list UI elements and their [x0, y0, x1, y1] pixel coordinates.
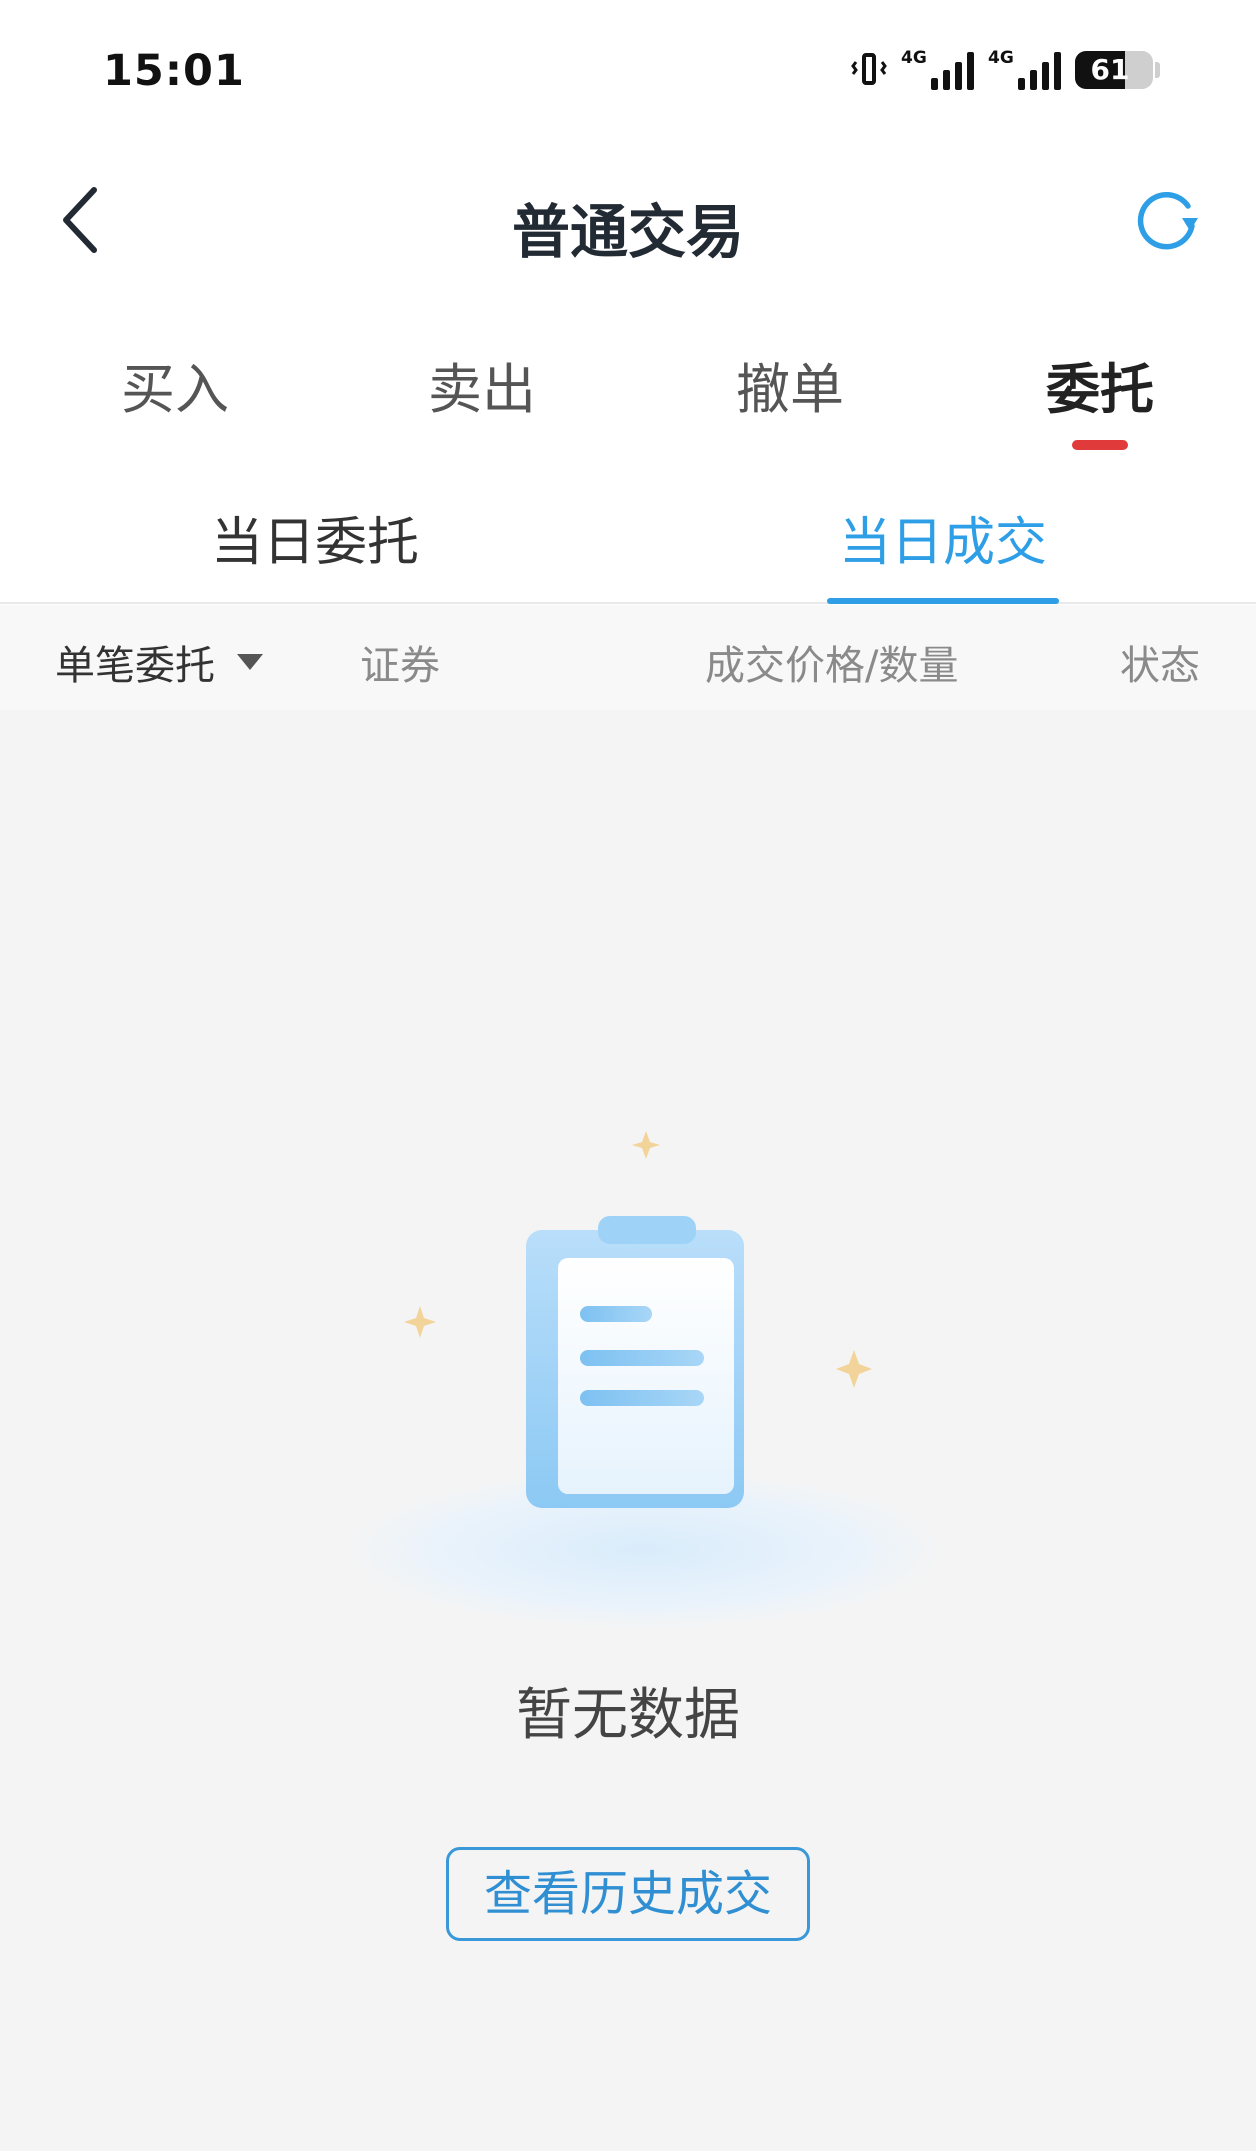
network-type-1: 4G [901, 48, 927, 68]
tab-sell[interactable]: 卖出 [352, 345, 612, 424]
cellular-signal-icon: 4G [901, 48, 974, 90]
tab-cancel-order-label: 撤单 [736, 358, 844, 421]
battery-tip [1155, 62, 1160, 78]
filter-label: 单笔委托 [55, 643, 215, 689]
nav-bar: 普通交易 [0, 160, 1256, 280]
active-subtab-indicator [827, 598, 1059, 604]
sub-tabs: 当日委托 当日成交 [0, 490, 1256, 604]
vibrate-icon [851, 50, 887, 90]
subtab-today-trades-label: 当日成交 [838, 513, 1047, 573]
triangle-down-icon [237, 654, 263, 670]
refresh-icon [1137, 191, 1198, 250]
empty-state-message: 暂无数据 [516, 1683, 740, 1748]
view-history-trades-button[interactable]: 查看历史成交 [446, 1847, 810, 1941]
subtab-today-orders[interactable]: 当日委托 [155, 500, 475, 575]
order-type-filter[interactable]: 单笔委托 [55, 633, 263, 691]
subtab-today-orders-label: 当日委托 [210, 513, 419, 573]
subtab-today-trades[interactable]: 当日成交 [783, 500, 1103, 604]
empty-state-illustration [320, 1120, 960, 1640]
clipboard-illustration-icon [345, 1131, 945, 1630]
active-tab-indicator [1072, 440, 1128, 450]
column-status: 状态 [1120, 643, 1200, 689]
tab-cancel-order[interactable]: 撤单 [660, 345, 920, 424]
refresh-button[interactable] [1128, 178, 1208, 258]
main-tabs: 买入 卖出 撤单 委托 [0, 335, 1256, 450]
status-icons: 4G 4G 61 [851, 48, 1160, 92]
tab-orders[interactable]: 委托 [970, 345, 1230, 450]
column-security: 证券 [360, 643, 440, 689]
status-time: 15:01 [103, 46, 245, 96]
tab-sell-label: 卖出 [428, 358, 536, 421]
table-header: 单笔委托 证券 成交价格/数量 状态 [0, 605, 1256, 710]
column-price-quantity: 成交价格/数量 [705, 643, 959, 689]
tab-buy[interactable]: 买入 [45, 345, 305, 424]
battery-icon: 61 [1075, 51, 1153, 89]
battery-level: 61 [1090, 53, 1130, 86]
tab-orders-label: 委托 [1046, 358, 1154, 421]
network-type-2: 4G [988, 48, 1014, 68]
status-bar: 15:01 4G 4G 61 [0, 0, 1256, 110]
page-title: 普通交易 [511, 198, 744, 266]
tab-buy-label: 买入 [121, 358, 229, 421]
cellular-signal-2-icon: 4G [988, 48, 1061, 90]
